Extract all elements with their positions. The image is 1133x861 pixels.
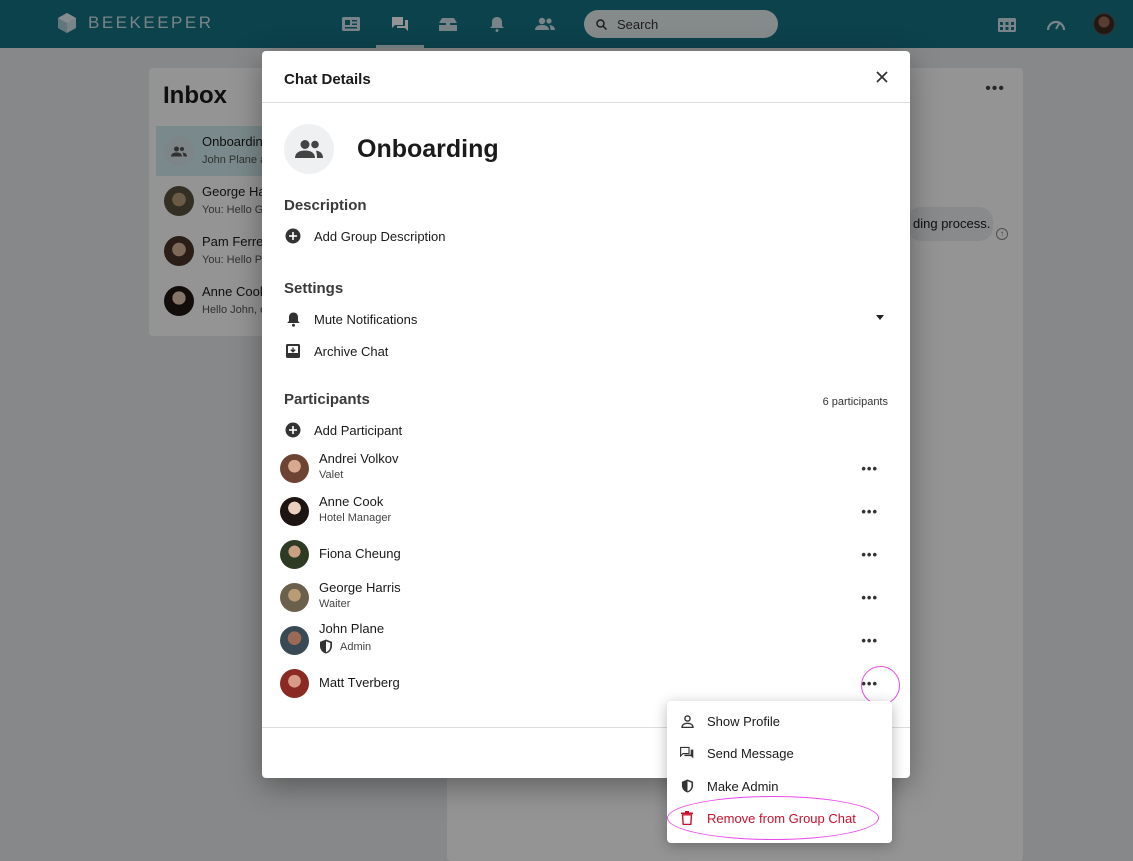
highlight-oval bbox=[667, 796, 879, 840]
plus-circle-icon bbox=[284, 227, 302, 245]
participant-row[interactable]: Anne Cook Hotel Manager ••• bbox=[280, 492, 892, 532]
participant-name: Anne Cook bbox=[319, 494, 384, 509]
participant-name: Fiona Cheung bbox=[319, 546, 401, 561]
participants-count: 6 participants bbox=[822, 396, 888, 408]
participant-row[interactable]: John Plane Admin ••• bbox=[280, 621, 892, 661]
participant-row[interactable]: Matt Tverberg ••• bbox=[280, 664, 892, 704]
dialog-header: Chat Details bbox=[262, 51, 910, 103]
avatar bbox=[280, 669, 309, 698]
add-description-label: Add Group Description bbox=[314, 228, 446, 244]
participant-role: Waiter bbox=[319, 598, 351, 610]
participants-title: Participants bbox=[284, 391, 370, 408]
plus-circle-icon bbox=[284, 421, 302, 439]
archive-chat-label: Archive Chat bbox=[314, 343, 389, 359]
dialog-title: Chat Details bbox=[284, 71, 371, 88]
shield-icon bbox=[680, 779, 694, 793]
person-icon bbox=[680, 714, 694, 728]
mute-notifications-label: Mute Notifications bbox=[314, 311, 418, 327]
send-message-item[interactable]: Send Message bbox=[680, 743, 794, 763]
shield-icon bbox=[320, 639, 332, 654]
participant-role: Admin bbox=[319, 639, 371, 654]
description-title: Description bbox=[284, 197, 367, 214]
make-admin-item[interactable]: Make Admin bbox=[680, 776, 779, 796]
participant-name: John Plane bbox=[319, 621, 385, 636]
avatar bbox=[280, 454, 309, 483]
more-options-icon[interactable]: ••• bbox=[861, 504, 878, 519]
avatar bbox=[280, 626, 309, 655]
add-participant-button[interactable]: Add Participant bbox=[284, 419, 402, 441]
participant-row[interactable]: Andrei Volkov Valet ••• bbox=[280, 449, 892, 489]
show-profile-label: Show Profile bbox=[707, 713, 780, 729]
participant-role: Valet bbox=[319, 469, 344, 481]
chevron-down-icon[interactable] bbox=[876, 315, 884, 320]
add-participant-label: Add Participant bbox=[314, 422, 403, 438]
more-options-icon[interactable]: ••• bbox=[861, 590, 878, 605]
participant-row[interactable]: Fiona Cheung ••• bbox=[280, 535, 892, 575]
highlight-circle bbox=[861, 666, 900, 705]
avatar bbox=[280, 497, 309, 526]
archive-icon bbox=[284, 342, 302, 360]
avatar bbox=[280, 583, 309, 612]
mute-notifications-row[interactable]: Mute Notifications bbox=[284, 308, 417, 330]
more-options-icon[interactable]: ••• bbox=[861, 633, 878, 648]
group-icon bbox=[295, 140, 323, 158]
group-avatar bbox=[284, 124, 334, 174]
settings-title: Settings bbox=[284, 280, 344, 297]
participant-role: Hotel Manager bbox=[319, 512, 392, 524]
more-options-icon[interactable]: ••• bbox=[861, 547, 878, 562]
make-admin-label: Make Admin bbox=[707, 778, 779, 794]
participant-name: Matt Tverberg bbox=[319, 675, 400, 690]
show-profile-item[interactable]: Show Profile bbox=[680, 711, 780, 731]
close-icon[interactable] bbox=[874, 69, 890, 85]
archive-chat-button[interactable]: Archive Chat bbox=[284, 340, 388, 362]
avatar bbox=[280, 540, 309, 569]
more-options-icon[interactable]: ••• bbox=[861, 461, 878, 476]
group-name: Onboarding bbox=[357, 135, 499, 163]
bell-icon bbox=[284, 310, 302, 328]
participant-name: Andrei Volkov bbox=[319, 451, 399, 466]
chat-details-dialog: Chat Details Onboarding Description Add … bbox=[262, 51, 910, 778]
participant-row[interactable]: George Harris Waiter ••• bbox=[280, 578, 892, 618]
add-description-button[interactable]: Add Group Description bbox=[284, 225, 446, 247]
participant-name: George Harris bbox=[319, 580, 401, 595]
send-message-label: Send Message bbox=[707, 745, 794, 761]
message-icon bbox=[680, 746, 694, 760]
